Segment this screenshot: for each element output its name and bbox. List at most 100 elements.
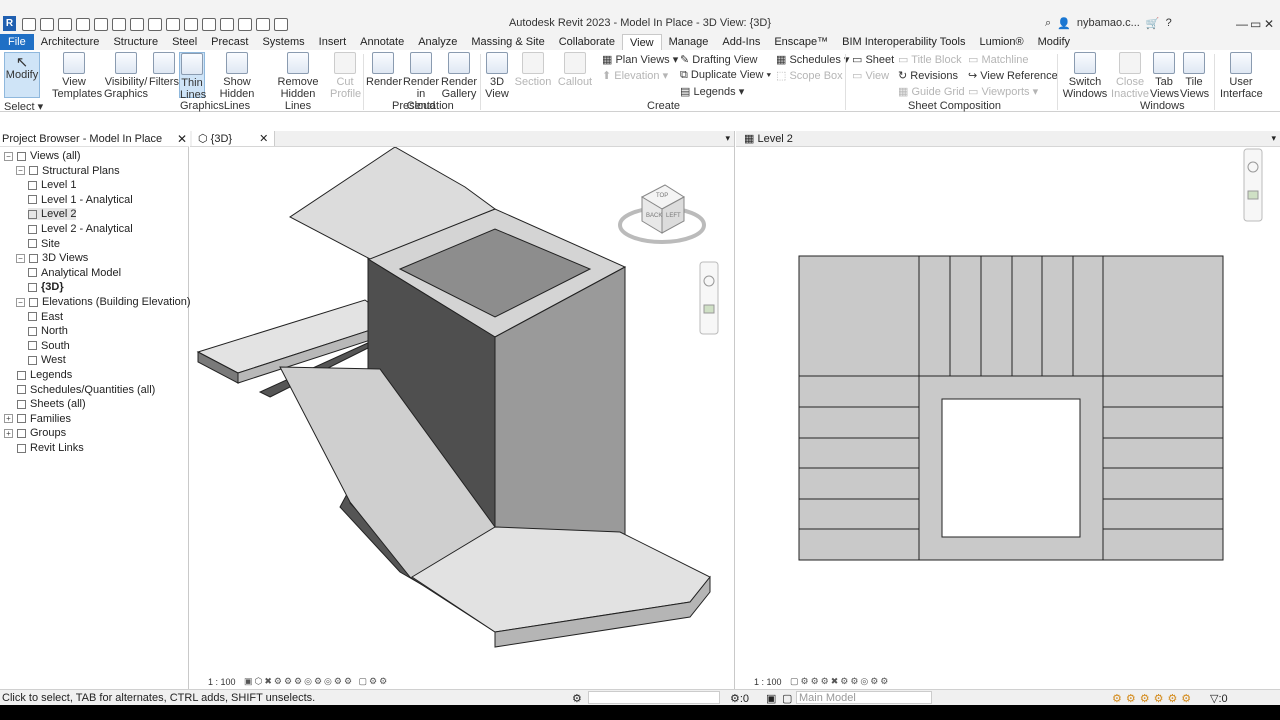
tab-annotate[interactable]: Annotate — [353, 34, 411, 50]
drafting-view-button[interactable]: ✎ Drafting View — [680, 53, 758, 66]
browser-item[interactable]: Revit Links — [4, 442, 84, 454]
browser-item[interactable]: East — [28, 311, 63, 323]
tab-file[interactable]: File — [0, 34, 34, 50]
switch-windows-button[interactable]: Switch Windows — [1062, 52, 1108, 100]
search-icon[interactable]: ⌕ — [1045, 17, 1051, 30]
collapse-icon[interactable]: − — [16, 297, 25, 307]
view-controls-icon[interactable]: ▢⚙⚙⚙✖⚙⚙◎⚙⚙ — [790, 676, 890, 687]
browser-item[interactable]: Analytical Model — [28, 267, 121, 279]
scale-right[interactable]: 1 : 100 — [754, 677, 782, 687]
tab-manage[interactable]: Manage — [662, 34, 716, 50]
browser-item[interactable]: Site — [28, 238, 60, 250]
close-icon[interactable]: ✕ — [259, 133, 268, 145]
workset-dropdown[interactable] — [588, 691, 720, 704]
browser-item[interactable]: West — [28, 354, 66, 366]
viewports-button[interactable]: ▭ Viewports ▾ — [968, 85, 1038, 98]
editing-requests-icon[interactable]: ⚙:0 — [730, 692, 749, 705]
close-inactive-button[interactable]: Close Inactive — [1110, 52, 1150, 100]
user-name[interactable]: nybamao.c... — [1077, 17, 1140, 30]
tab-modify[interactable]: Modify — [1031, 34, 1077, 50]
tab-lumion[interactable]: Lumion® — [972, 34, 1030, 50]
browser-item[interactable]: − Views (all) — [4, 150, 81, 162]
sheet-button[interactable]: ▭ Sheet — [852, 53, 894, 66]
browser-item[interactable]: Schedules/Quantities (all) — [4, 384, 155, 396]
browser-item[interactable]: Legends — [4, 369, 72, 381]
browser-item[interactable]: North — [28, 325, 68, 337]
browser-item[interactable]: − Elevations (Building Elevation) — [16, 296, 191, 308]
close-button[interactable]: ✕ — [1264, 17, 1274, 31]
thin-lines-button[interactable]: Thin Lines — [179, 52, 206, 101]
maximize-button[interactable]: ▭ — [1250, 17, 1261, 31]
browser-item[interactable]: − Structural Plans — [16, 165, 120, 177]
section-button[interactable]: Section — [514, 52, 552, 88]
guide-grid-button[interactable]: ▦ Guide Grid — [898, 85, 965, 98]
selection-filters-icon[interactable]: ⚙⚙⚙⚙⚙⚙ — [1112, 692, 1195, 705]
model-3d-canvas[interactable]: BACK LEFT TOP — [190, 147, 735, 677]
tab-views-button[interactable]: Tab Views — [1150, 52, 1179, 100]
tab-structure[interactable]: Structure — [106, 34, 165, 50]
filter-icon[interactable]: ▽:0 — [1210, 692, 1228, 705]
workset-icon[interactable]: ⚙ — [572, 692, 582, 705]
visibility-graphics-button[interactable]: Visibility/ Graphics — [104, 52, 148, 100]
browser-item[interactable]: South — [28, 340, 70, 352]
view-templates-button[interactable]: View Templates — [52, 52, 102, 100]
minimize-button[interactable]: — — [1236, 17, 1248, 31]
view-reference-button[interactable]: ↪ View Reference — [968, 69, 1058, 82]
cart-icon[interactable]: 🛒 — [1146, 17, 1160, 30]
tab-3d[interactable]: ⬡ {3D} ✕ — [192, 131, 276, 146]
view-button[interactable]: ▭ View — [852, 69, 889, 82]
callout-button[interactable]: Callout — [556, 52, 594, 88]
collapse-icon[interactable]: − — [16, 253, 25, 263]
help-icon[interactable]: ? — [1166, 17, 1172, 30]
browser-item[interactable]: Sheets (all) — [4, 398, 86, 410]
navigation-bar[interactable] — [699, 261, 719, 335]
filters-button[interactable]: Filters — [149, 52, 179, 88]
legends-button[interactable]: ▤ Legends ▾ — [680, 85, 744, 98]
tab-bim-interoperability-tools[interactable]: BIM Interoperability Tools — [835, 34, 972, 50]
duplicate-view-button[interactable]: ⧉ Duplicate View ▾ — [680, 69, 771, 82]
collapse-icon[interactable]: − — [4, 151, 13, 161]
browser-item[interactable]: − 3D Views — [16, 252, 88, 264]
viewcube[interactable]: BACK LEFT TOP — [618, 184, 706, 244]
modify-button[interactable]: ↖ Modify — [4, 52, 40, 98]
plan-views-button[interactable]: ▦ Plan Views ▾ — [602, 53, 678, 66]
render-button[interactable]: Render — [366, 52, 402, 88]
browser-item[interactable]: Level 1 - Analytical — [28, 194, 133, 206]
plan-canvas[interactable] — [736, 147, 1280, 677]
user-icon[interactable]: 👤 — [1057, 17, 1071, 30]
browser-item[interactable]: + Families — [4, 413, 71, 425]
dropdown-icon[interactable]: ▾ — [1271, 133, 1276, 144]
3d-view-button[interactable]: 3D View — [484, 52, 510, 100]
scale-left[interactable]: 1 : 100 — [208, 677, 236, 687]
browser-item[interactable]: Level 2 — [28, 208, 77, 221]
scope-box-button[interactable]: ⬚ Scope Box — [776, 69, 843, 82]
schedules-button[interactable]: ▦ Schedules ▾ — [776, 53, 849, 66]
tab-analyze[interactable]: Analyze — [411, 34, 464, 50]
tile-views-button[interactable]: Tile Views — [1180, 52, 1209, 100]
tab-architecture[interactable]: Architecture — [34, 34, 107, 50]
revisions-button[interactable]: ↻ Revisions — [898, 69, 958, 82]
tab-steel[interactable]: Steel — [165, 34, 204, 50]
browser-item[interactable]: {3D} — [28, 281, 64, 293]
matchline-button[interactable]: ▭ Matchline — [968, 53, 1029, 66]
expand-icon[interactable]: + — [4, 414, 13, 424]
navigation-bar[interactable] — [1243, 148, 1263, 222]
browser-item[interactable]: Level 2 - Analytical — [28, 223, 133, 235]
tab-collaborate[interactable]: Collaborate — [552, 34, 622, 50]
main-model-dropdown[interactable]: Main Model — [796, 691, 932, 704]
tab-systems[interactable]: Systems — [255, 34, 311, 50]
select-panel-label[interactable]: Select ▾ — [4, 100, 43, 113]
collapse-icon[interactable]: − — [16, 166, 25, 176]
render-gallery-button[interactable]: Render Gallery — [441, 52, 477, 100]
browser-item[interactable]: + Groups — [4, 427, 66, 439]
title-block-button[interactable]: ▭ Title Block — [898, 53, 962, 66]
tab-massing-site[interactable]: Massing & Site — [464, 34, 551, 50]
tab-precast[interactable]: Precast — [204, 34, 255, 50]
tab-insert[interactable]: Insert — [312, 34, 354, 50]
view-controls-icon[interactable]: ▣⬡✖⚙⚙⚙◎⚙◎⚙⚙ ▢⚙⚙ — [244, 676, 389, 687]
elevation-button[interactable]: ⬆ Elevation ▾ — [602, 69, 668, 82]
dropdown-icon[interactable]: ▾ — [725, 133, 730, 144]
cut-profile-button[interactable]: Cut Profile — [330, 52, 361, 100]
expand-icon[interactable]: + — [4, 428, 13, 438]
design-options-icon-2[interactable]: ▢ — [782, 692, 792, 705]
